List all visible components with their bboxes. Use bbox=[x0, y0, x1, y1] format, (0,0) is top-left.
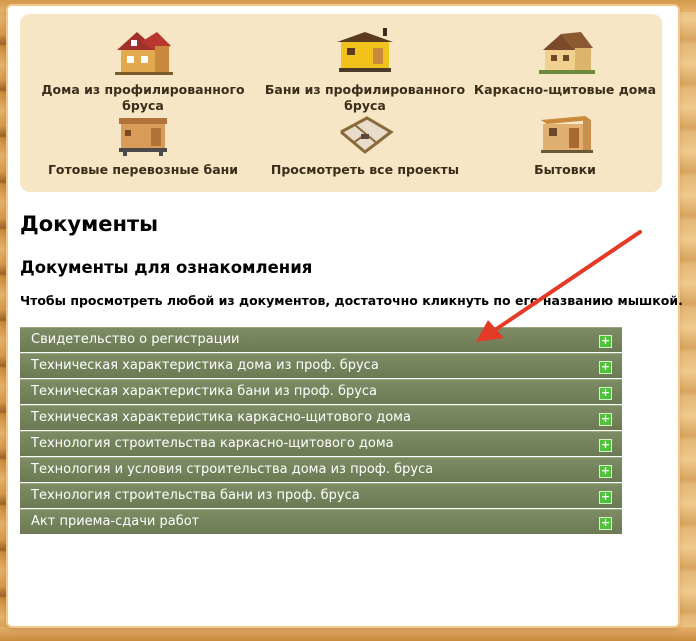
log-wall-bottom bbox=[0, 627, 696, 641]
document-label: Технология строительства бани из проф. б… bbox=[31, 488, 360, 503]
two-storey-house-icon bbox=[115, 32, 173, 75]
menu-label: Дома из профилированного бруса bbox=[41, 82, 245, 113]
expand-plus-icon[interactable]: + bbox=[599, 491, 612, 504]
expand-plus-icon[interactable]: + bbox=[599, 361, 612, 374]
document-row[interactable]: Технология и условия строительства дома … bbox=[20, 457, 622, 482]
page-title: Документы bbox=[20, 212, 159, 236]
document-row[interactable]: Технология строительства каркасно-щитово… bbox=[20, 431, 622, 456]
menu-item-frame-houses[interactable]: Каркасно-щитовые дома bbox=[460, 28, 670, 98]
documents-accordion: Свидетельство о регистрации + Техническа… bbox=[20, 327, 622, 535]
document-label: Технология строительства каркасно-щитово… bbox=[31, 436, 394, 451]
menu-label: Готовые перевозные бани bbox=[47, 162, 239, 177]
menu-item-mobile-baths[interactable]: Готовые перевозные бани bbox=[38, 112, 248, 178]
menu-item-timber-houses[interactable]: Дома из профилированного бруса bbox=[38, 28, 248, 114]
pointer-arrow-icon bbox=[476, 230, 642, 342]
page-subtitle: Документы для ознакомления bbox=[20, 258, 313, 277]
document-row[interactable]: Технология строительства бани из проф. б… bbox=[20, 483, 622, 508]
document-label: Техническая характеристика дома из проф.… bbox=[31, 358, 379, 373]
expand-plus-icon[interactable]: + bbox=[599, 413, 612, 426]
menu-item-all-projects[interactable]: Просмотреть все проекты bbox=[260, 112, 470, 178]
document-label: Техническая характеристика бани из проф.… bbox=[31, 384, 378, 399]
document-label: Акт приема-сдачи работ bbox=[31, 514, 200, 529]
expand-plus-icon[interactable]: + bbox=[599, 465, 612, 478]
expand-plus-icon[interactable]: + bbox=[599, 387, 612, 400]
mobile-bath-icon bbox=[119, 118, 167, 156]
menu-item-cabins[interactable]: Бытовки bbox=[460, 112, 670, 178]
document-row[interactable]: Техническая характеристика каркасно-щито… bbox=[20, 405, 622, 430]
menu-label: Бани из профилированного бруса bbox=[264, 82, 466, 113]
expand-plus-icon[interactable]: + bbox=[599, 517, 612, 530]
menu-label: Бытовки bbox=[534, 162, 596, 177]
category-menu: Дома из профилированного бруса Бани из п… bbox=[20, 14, 662, 192]
document-row[interactable]: Техническая характеристика бани из проф.… bbox=[20, 379, 622, 404]
expand-plus-icon[interactable]: + bbox=[599, 439, 612, 452]
menu-label: Просмотреть все проекты bbox=[270, 162, 460, 177]
document-label: Технология и условия строительства дома … bbox=[31, 462, 434, 477]
document-label: Техническая характеристика каркасно-щито… bbox=[31, 410, 411, 425]
menu-item-timber-baths[interactable]: Бани из профилированного бруса bbox=[260, 28, 470, 114]
floor-plan-icon bbox=[340, 116, 394, 154]
cabin-icon bbox=[541, 116, 593, 153]
frame-house-icon bbox=[539, 32, 595, 74]
bath-house-icon bbox=[337, 28, 393, 72]
log-wall-right bbox=[678, 0, 696, 641]
document-row[interactable]: Акт приема-сдачи работ + bbox=[20, 509, 622, 534]
menu-label: Каркасно-щитовые дома bbox=[473, 82, 657, 97]
document-row[interactable]: Техническая характеристика дома из проф.… bbox=[20, 353, 622, 378]
document-label: Свидетельство о регистрации bbox=[31, 332, 240, 347]
